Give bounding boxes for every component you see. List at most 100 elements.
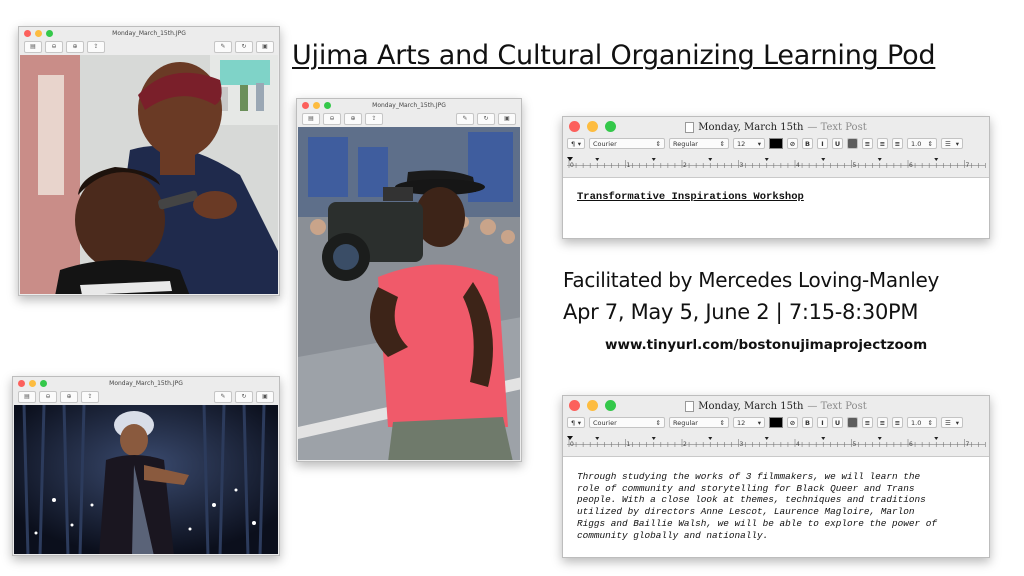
chevron-down-icon: ▾ bbox=[955, 139, 959, 148]
text-editor[interactable]: Transformative Inspirations Workshop bbox=[563, 177, 989, 238]
ruler-scale: 0 1 2 3 4 5 6 7 bbox=[567, 157, 995, 169]
zoom-out-icon[interactable]: ⊖ bbox=[45, 41, 63, 53]
document-body: Through studying the works of 3 filmmake… bbox=[577, 471, 938, 541]
list-icon: ☰ bbox=[945, 418, 951, 427]
align-center-icon[interactable]: ≡ bbox=[862, 417, 873, 428]
zoom-icon[interactable] bbox=[40, 380, 47, 387]
bold-button[interactable]: B bbox=[802, 417, 813, 428]
ruler-label: 7 bbox=[966, 162, 970, 168]
share-icon[interactable]: ⇪ bbox=[87, 41, 105, 53]
font-family-select[interactable]: Courier ⇕ bbox=[589, 417, 665, 428]
tab-stop-icon bbox=[821, 437, 826, 440]
list-style-select[interactable]: ☰ ▾ bbox=[941, 417, 963, 428]
list-style-select[interactable]: ☰ ▾ bbox=[941, 138, 963, 149]
align-center-icon[interactable]: ≡ bbox=[862, 138, 873, 149]
text-color-swatch[interactable] bbox=[769, 417, 783, 428]
textedit-window-top: Monday, March 15th — Text Post ¶ ▾ Courie… bbox=[562, 116, 995, 239]
sidebar-toggle-icon[interactable]: ▤ bbox=[302, 113, 320, 125]
paragraph-style-select[interactable]: ¶ ▾ bbox=[567, 417, 585, 428]
ruler-label: 1 bbox=[627, 162, 631, 168]
window-titlebar[interactable]: Monday, March 15th — Text Post bbox=[563, 119, 989, 135]
ruler-label: 2 bbox=[683, 162, 687, 168]
tab-stop-icon bbox=[821, 158, 826, 161]
window-subtitle: — Text Post bbox=[807, 121, 867, 133]
minimize-icon[interactable] bbox=[29, 380, 36, 387]
rotate-icon[interactable]: ↻ bbox=[235, 41, 253, 53]
facilitator-line: Facilitated by Mercedes Loving-Manley bbox=[563, 268, 939, 292]
sidebar-toggle-icon[interactable]: ▤ bbox=[24, 41, 42, 53]
share-icon[interactable]: ⇪ bbox=[81, 391, 99, 403]
markup-pen-icon[interactable]: ✎ bbox=[214, 391, 232, 403]
line-spacing-select[interactable]: 1.0 ⇕ bbox=[907, 417, 937, 428]
ruler-label: 4 bbox=[796, 162, 800, 168]
window-subtitle: — Text Post bbox=[807, 400, 867, 412]
paragraph-style-select[interactable]: ¶ ▾ bbox=[567, 138, 585, 149]
rotate-icon[interactable]: ↻ bbox=[477, 113, 495, 125]
text-color-swatch[interactable] bbox=[769, 138, 783, 149]
italic-button[interactable]: I bbox=[817, 417, 828, 428]
zoom-in-icon[interactable]: ⊕ bbox=[66, 41, 84, 53]
toolbox-icon[interactable]: ▣ bbox=[256, 41, 274, 53]
zoom-out-icon[interactable]: ⊖ bbox=[39, 391, 57, 403]
close-icon[interactable] bbox=[24, 30, 31, 37]
document-icon bbox=[685, 400, 695, 412]
window-titlebar[interactable]: Monday_March_15th.JPG bbox=[297, 99, 521, 112]
window-title: Monday_March_15th.JPG bbox=[112, 30, 186, 37]
font-size-select[interactable]: 12 ▾ bbox=[733, 417, 765, 428]
zoom-in-icon[interactable]: ⊕ bbox=[60, 391, 78, 403]
zoom-out-icon[interactable]: ⊖ bbox=[323, 113, 341, 125]
markup-pen-icon[interactable]: ✎ bbox=[214, 41, 232, 53]
underline-button[interactable]: U bbox=[832, 138, 843, 149]
font-weight-select[interactable]: Regular ⇕ bbox=[669, 417, 729, 428]
chevron-down-icon: ▾ bbox=[577, 418, 581, 427]
align-right-icon[interactable]: ≡ bbox=[877, 138, 888, 149]
text-editor[interactable]: Through studying the works of 3 filmmake… bbox=[563, 456, 989, 557]
align-left-icon[interactable] bbox=[847, 138, 858, 149]
align-justify-icon[interactable]: ≡ bbox=[892, 138, 903, 149]
toolbox-icon[interactable]: ▣ bbox=[256, 391, 274, 403]
align-right-icon[interactable]: ≡ bbox=[877, 417, 888, 428]
preview-window-performer: Monday_March_15th.JPG ▤ ⊖ ⊕ ⇪ ✎ ↻ ▣ bbox=[12, 376, 280, 556]
ruler[interactable]: 0 1 2 3 4 5 6 7 bbox=[567, 432, 995, 448]
tab-stop-icon bbox=[595, 158, 600, 161]
markup-pen-icon[interactable]: ✎ bbox=[456, 113, 474, 125]
highlight-color-icon[interactable]: ⊘ bbox=[787, 417, 798, 428]
underline-button[interactable]: U bbox=[832, 417, 843, 428]
window-title: Monday, March 15th bbox=[698, 121, 804, 133]
ruler-label: 6 bbox=[909, 441, 913, 447]
close-icon[interactable] bbox=[302, 102, 309, 109]
window-titlebar[interactable]: Monday_March_15th.JPG bbox=[19, 27, 279, 40]
font-size-select[interactable]: 12 ▾ bbox=[733, 138, 765, 149]
highlight-color-icon[interactable]: ⊘ bbox=[787, 138, 798, 149]
format-bar: ¶ ▾ Courier ⇕ Regular ⇕ 12 ▾ ⊘ B I U ≡ ≡ ≡ 1… bbox=[567, 137, 985, 150]
chevron-down-icon: ▾ bbox=[757, 139, 761, 148]
chevron-updown-icon: ⇕ bbox=[927, 139, 933, 148]
bold-button[interactable]: B bbox=[802, 138, 813, 149]
sidebar-toggle-icon[interactable]: ▤ bbox=[18, 391, 36, 403]
font-family-select[interactable]: Courier ⇕ bbox=[589, 138, 665, 149]
ruler[interactable]: 0 1 2 3 4 5 6 7 bbox=[567, 153, 995, 169]
page-title: Ujima Arts and Cultural Organizing Learn… bbox=[292, 40, 936, 71]
tab-stop-icon bbox=[651, 158, 656, 161]
align-justify-icon[interactable]: ≡ bbox=[892, 417, 903, 428]
minimize-icon[interactable] bbox=[35, 30, 42, 37]
ruler-label: 5 bbox=[853, 441, 857, 447]
window-titlebar[interactable]: Monday_March_15th.JPG bbox=[13, 377, 279, 390]
performer-photo bbox=[14, 405, 278, 554]
font-weight-select[interactable]: Regular ⇕ bbox=[669, 138, 729, 149]
window-titlebar[interactable]: Monday, March 15th — Text Post bbox=[563, 398, 989, 414]
minimize-icon[interactable] bbox=[313, 102, 320, 109]
zoom-icon[interactable] bbox=[46, 30, 53, 37]
align-left-icon[interactable] bbox=[847, 417, 858, 428]
toolbox-icon[interactable]: ▣ bbox=[498, 113, 516, 125]
zoom-icon[interactable] bbox=[324, 102, 331, 109]
share-icon[interactable]: ⇪ bbox=[365, 113, 383, 125]
close-icon[interactable] bbox=[18, 380, 25, 387]
document-icon bbox=[685, 121, 695, 133]
zoom-link[interactable]: www.tinyurl.com/bostonujimaprojectzoom bbox=[605, 337, 927, 353]
italic-button[interactable]: I bbox=[817, 138, 828, 149]
line-spacing-select[interactable]: 1.0 ⇕ bbox=[907, 138, 937, 149]
rotate-icon[interactable]: ↻ bbox=[235, 391, 253, 403]
chevron-updown-icon: ⇕ bbox=[719, 139, 725, 148]
zoom-in-icon[interactable]: ⊕ bbox=[344, 113, 362, 125]
